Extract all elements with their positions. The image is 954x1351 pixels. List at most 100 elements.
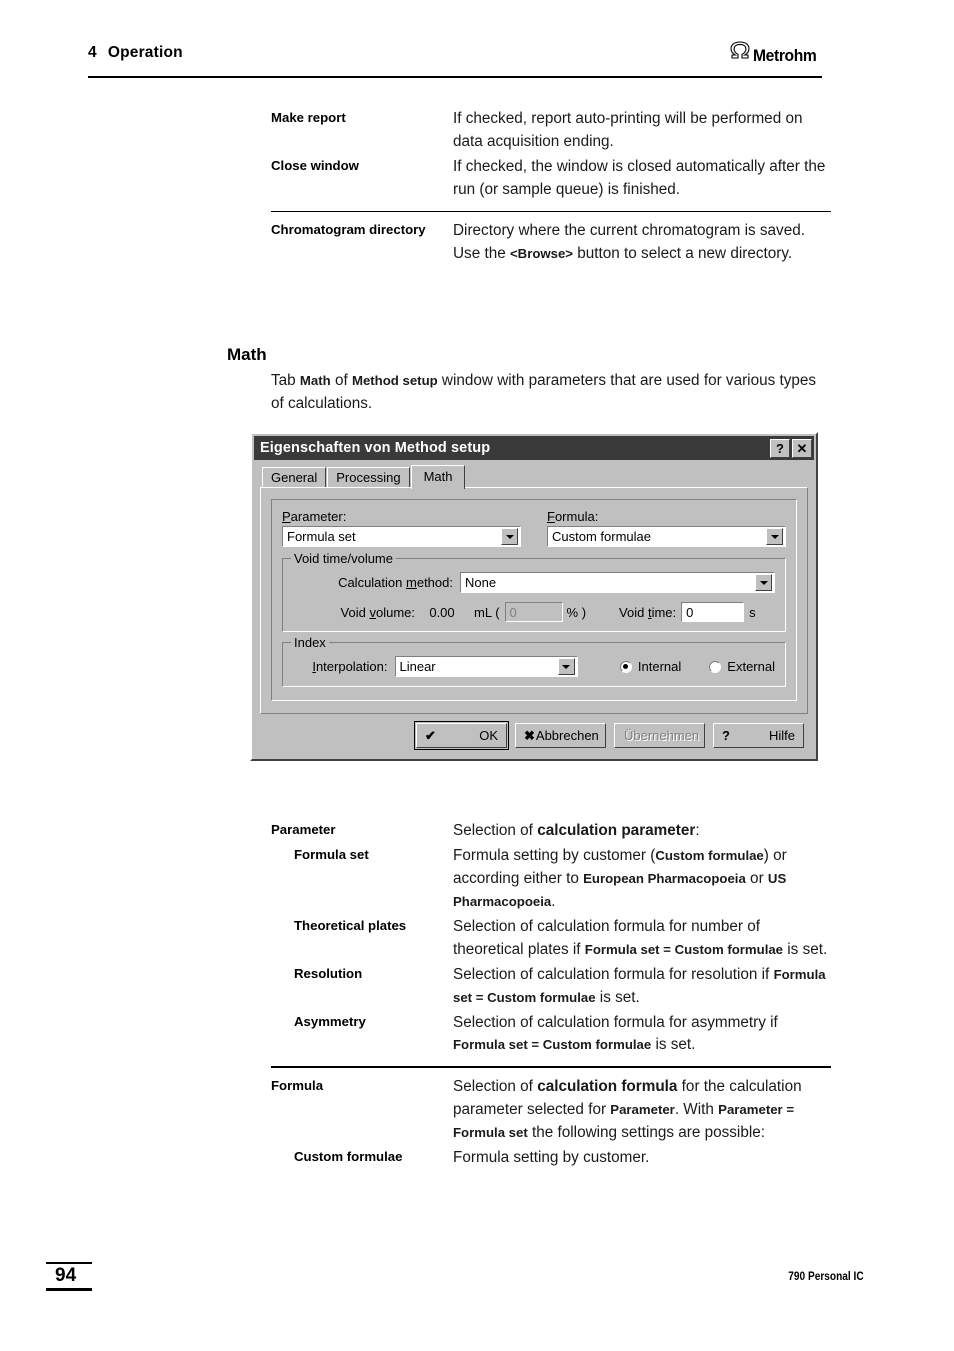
desc-emphasis: Formula set xyxy=(584,941,660,957)
void-time-unit: s xyxy=(749,604,756,620)
radio-external-label: External xyxy=(727,659,775,674)
definition-term: Resolution xyxy=(294,965,363,981)
calculation-method-value: None xyxy=(465,575,497,590)
void-volume-label-post: olume: xyxy=(375,604,415,620)
parameter-value: Formula set xyxy=(287,529,356,544)
definition-description: Directory where the current chromatogram… xyxy=(453,220,831,266)
desc-emphasis: Custom formulae xyxy=(542,1037,652,1053)
definition-row: Formula set Formula setting by customer (… xyxy=(271,845,831,914)
bottom-group-2: Formula Selection of calculation formula … xyxy=(271,1076,831,1170)
dialog-titlebar[interactable]: Eigenschaften von Method setup ? ✕ xyxy=(254,436,814,460)
definition-description: If checked, report auto-printing will be… xyxy=(453,110,803,150)
desc-emphasis: = xyxy=(659,941,675,957)
formula-dropdown[interactable]: Custom formulae xyxy=(547,526,786,547)
definition-description: Selection of calculation formula for res… xyxy=(453,964,831,1010)
tab-processing[interactable]: Processing xyxy=(327,467,410,487)
radio-dot-icon xyxy=(709,660,722,673)
chevron-down-icon[interactable] xyxy=(501,528,518,545)
tab-general[interactable]: General xyxy=(262,467,327,487)
definition-row: Chromatogram directory Directory where t… xyxy=(271,220,831,266)
definition-description: Selection of calculation formula for the… xyxy=(453,1076,831,1145)
dialog-title: Eigenschaften von Method setup xyxy=(260,440,491,456)
method-setup-dialog: Eigenschaften von Method setup ? ✕ Gener… xyxy=(250,432,818,761)
chapter-heading: 4 Operation xyxy=(88,44,183,62)
chevron-down-icon[interactable] xyxy=(557,658,575,675)
close-icon[interactable]: ✕ xyxy=(792,438,812,458)
question-icon: ? xyxy=(722,728,730,743)
definition-description: If checked, the window is closed automat… xyxy=(453,157,826,198)
parameter-dropdown[interactable]: Formula set xyxy=(282,526,521,547)
desc-text: Selection of calculation formula for asy… xyxy=(453,1013,778,1031)
interpolation-label-rest: nterpolation: xyxy=(315,659,388,674)
definition-term: Theoretical plates xyxy=(294,917,407,933)
desc-emphasis: Custom formulae xyxy=(655,847,764,863)
desc-text: : xyxy=(695,822,700,839)
intro-emphasis-1: Math xyxy=(299,373,331,388)
interpolation-label: Interpolation: xyxy=(293,659,395,674)
dialog-tabpanel-inner: Parameter: Formula set Formula: Custom f… xyxy=(271,499,797,701)
desc-emphasis: Custom formulae xyxy=(674,941,784,957)
parameter-label-rest: arameter: xyxy=(290,509,347,524)
definition-term: Chromatogram directory xyxy=(271,222,426,238)
definition-term: Close window xyxy=(271,157,359,173)
index-group-legend: Index xyxy=(291,635,329,650)
definition-term: Make report xyxy=(271,110,346,125)
desc-emphasis: = xyxy=(472,989,488,1005)
page-title: Math xyxy=(227,345,267,364)
radio-internal[interactable]: Internal xyxy=(619,659,682,674)
intro-emphasis-2: Method setup xyxy=(351,373,438,388)
void-time-input[interactable]: 0 xyxy=(681,602,745,622)
desc-emphasis: <Browse> xyxy=(509,246,574,262)
void-volume-label: Void volume: xyxy=(293,605,422,620)
definition-term: Parameter xyxy=(271,822,336,837)
ok-button[interactable]: ✔ OK xyxy=(414,721,509,750)
calc-label-post: ethod: xyxy=(416,575,453,590)
parameter-formula-row: Parameter: Formula set Formula: Custom f… xyxy=(282,509,786,547)
radio-external[interactable]: External xyxy=(709,659,775,674)
definition-term: Asymmetry xyxy=(294,1013,366,1029)
void-time-volume-group: Void time/volume Calculation method: Non… xyxy=(282,551,786,632)
definition-row: Theoretical plates Selection of calculati… xyxy=(271,916,831,962)
metrohm-omega-icon xyxy=(729,41,751,64)
chevron-down-icon[interactable] xyxy=(755,574,772,591)
void-time-value: 0 xyxy=(686,604,694,620)
radio-dot-icon xyxy=(619,660,632,673)
definition-description: Selection of calculation formula for asy… xyxy=(453,1012,831,1058)
desc-text: Selection of xyxy=(453,1077,538,1095)
help-button[interactable]: ? Hilfe xyxy=(713,723,804,748)
calc-label-mnemonic: m xyxy=(406,575,417,590)
definition-row: Asymmetry Selection of calculation formul… xyxy=(271,1012,831,1058)
tab-math[interactable]: Math xyxy=(410,465,466,489)
definition-row: Custom formulae Formula setting by custom… xyxy=(271,1147,831,1170)
desc-text: or xyxy=(745,869,768,887)
interpolation-dropdown[interactable]: Linear xyxy=(394,656,578,677)
section-intro: Tab Math of Method setup window with par… xyxy=(271,370,820,416)
cancel-button[interactable]: ✖ Abbrechen xyxy=(515,723,606,748)
top-definition-list: Make report If checked, report auto-prin… xyxy=(271,108,831,268)
void-volume-value: 0.00 xyxy=(429,604,455,620)
intro-text-2: of xyxy=(330,372,352,389)
desc-emphasis: = xyxy=(527,1037,543,1053)
chevron-down-icon[interactable] xyxy=(766,528,783,545)
desc-emphasis: Parameter xyxy=(610,1101,675,1117)
chapter-number: 4 xyxy=(88,44,97,61)
desc-text: the following settings are possible: xyxy=(527,1123,765,1141)
desc-text: is set. xyxy=(595,988,640,1006)
calculation-method-dropdown[interactable]: None xyxy=(460,572,775,593)
definition-description: Formula setting by customer (Custom form… xyxy=(453,845,831,914)
chapter-name: Operation xyxy=(107,44,183,61)
help-button-label: Hilfe xyxy=(768,728,795,743)
index-group: Index Interpolation: Linear Internal Ext… xyxy=(282,635,786,687)
definition-description: Formula setting by customer. xyxy=(453,1147,831,1170)
void-percent-input[interactable]: 0 xyxy=(504,602,563,622)
radio-internal-label: Internal xyxy=(637,659,682,674)
help-icon[interactable]: ? xyxy=(770,438,790,458)
desc-text: . xyxy=(551,892,556,910)
ok-button-label: OK xyxy=(479,728,498,743)
definition-term: Custom formulae xyxy=(294,1148,403,1164)
void-group-legend: Void time/volume xyxy=(291,551,396,566)
page-number-box: 94 xyxy=(46,1262,92,1291)
definition-row: Formula Selection of calculation formula … xyxy=(271,1076,831,1145)
void-volume-row: Void volume: 0.00 mL ( 0 % ) Void time: … xyxy=(293,602,775,622)
desc-text: Formula setting by customer ( xyxy=(453,846,656,864)
